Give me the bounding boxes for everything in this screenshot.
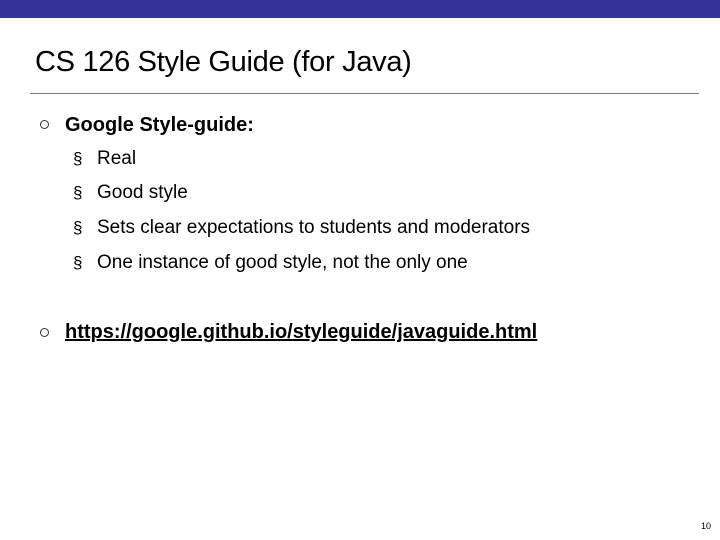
sub-bullet-icon: § xyxy=(73,218,83,237)
sub-bullet-good-style: Good style xyxy=(97,182,188,203)
bullet-circle-icon xyxy=(40,328,49,337)
page-number: 10 xyxy=(700,521,711,531)
sub-bullet-one-instance: One instance of good style, not the only… xyxy=(97,252,468,273)
sub-bullet-icon: § xyxy=(73,253,83,272)
bullet-circle-icon xyxy=(40,120,49,129)
sub-bullet-expectations: Sets clear expectations to students and … xyxy=(97,217,531,238)
sub-bullet-icon: § xyxy=(73,149,83,168)
javaguide-link[interactable]: https://google.github.io/styleguide/java… xyxy=(65,321,537,344)
sub-bullet-icon: § xyxy=(73,183,83,202)
bullet-google-style-guide: Google Style-guide: xyxy=(65,114,254,136)
header-bar xyxy=(0,0,720,18)
sub-bullet-real: Real xyxy=(97,148,137,169)
slide-title: CS 126 Style Guide (for Java) xyxy=(35,46,412,78)
title-divider xyxy=(30,93,699,94)
